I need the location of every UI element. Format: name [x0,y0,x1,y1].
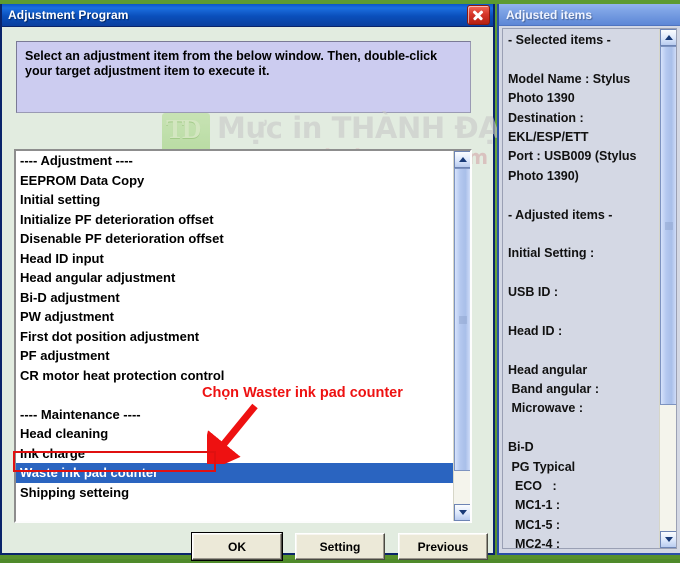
ok-button[interactable]: OK [192,533,282,560]
annotation-highlight-box [13,451,216,472]
panel-title-text: Adjusted items [506,8,592,22]
panel-line: Bi-D [508,438,658,457]
panel-scroll-up-button[interactable] [660,29,677,46]
list-item[interactable]: Shipping setteing [16,483,453,503]
list-item[interactable]: ---- Adjustment ---- [16,151,453,171]
panel-line: MC1-5 : [508,516,658,535]
scrollbar-grip [665,222,673,229]
panel-line: Band angular : [508,380,658,399]
list-item[interactable]: Bi-D adjustment [16,288,453,308]
panel-line: PG Typical [508,458,658,477]
scroll-up-button[interactable] [454,151,471,168]
panel-scrollbar[interactable] [659,29,676,548]
list-item[interactable]: PF adjustment [16,346,453,366]
panel-line [508,50,658,69]
chevron-down-icon [665,537,673,542]
previous-button[interactable]: Previous [398,533,488,560]
panel-line [508,302,658,321]
panel-scroll-down-button[interactable] [660,531,677,548]
list-item[interactable]: Initial setting [16,190,453,210]
scroll-down-button[interactable] [454,504,471,521]
panel-line: - Selected items - [508,31,658,50]
instruction-line-1: Select an adjustment item from the below… [25,49,462,64]
chevron-up-icon [459,157,467,162]
chevron-up-icon [665,35,673,40]
watermark-brand-text: Mực in THÀNH ĐẠT [217,111,520,145]
panel-body[interactable]: - Selected items - Model Name : StylusPh… [502,28,677,549]
panel-line: Initial Setting : [508,244,658,263]
panel-line [508,264,658,283]
list-item[interactable]: PW adjustment [16,307,453,327]
setting-button[interactable]: Setting [295,533,385,560]
close-icon[interactable] [467,5,490,25]
panel-line: EKL/ESP/ETT [508,128,658,147]
panel-line [508,341,658,360]
panel-line: Port : USB009 (Stylus [508,147,658,166]
panel-line: ECO : [508,477,658,496]
list-item[interactable]: Head angular adjustment [16,268,453,288]
panel-line: Destination : [508,109,658,128]
scrollbar-thumb[interactable] [454,168,471,471]
adjustment-program-dialog: Adjustment Program Select an adjustment … [0,4,495,555]
list-item[interactable]: Disenable PF deterioration offset [16,229,453,249]
panel-line: Photo 1390) [508,167,658,186]
annotation-arrow-icon [207,402,297,464]
list-item[interactable]: First dot position adjustment [16,327,453,347]
panel-line: - Adjusted items - [508,206,658,225]
panel-line: USB ID : [508,283,658,302]
dialog-title: Adjustment Program [8,8,467,22]
adjusted-items-panel: Adjusted items - Selected items - Model … [497,4,680,555]
list-item[interactable]: Initialize PF deterioration offset [16,210,453,230]
panel-scrollbar-thumb[interactable] [660,46,677,405]
listbox-scrollbar[interactable] [453,151,470,521]
annotation-text: Chọn Waster ink pad counter [202,385,403,401]
panel-line [508,186,658,205]
chevron-down-icon [459,510,467,515]
panel-line: Photo 1390 [508,89,658,108]
instruction-panel: Select an adjustment item from the below… [16,41,471,113]
panel-line: Head ID : [508,322,658,341]
panel-line: MC2-4 : [508,535,658,549]
panel-line: Microwave : [508,399,658,418]
panel-line [508,225,658,244]
adjusted-items-text: - Selected items - Model Name : StylusPh… [508,31,658,549]
dialog-titlebar[interactable]: Adjustment Program [2,4,493,27]
list-item[interactable]: EEPROM Data Copy [16,171,453,191]
panel-line: MC1-1 : [508,496,658,515]
list-item[interactable] [16,502,453,521]
panel-line [508,419,658,438]
panel-line: Model Name : Stylus [508,70,658,89]
watermark-logo-text: TD [166,114,200,145]
scrollbar-grip [459,316,467,323]
panel-titlebar[interactable]: Adjusted items [499,4,680,26]
list-item[interactable]: Head ID input [16,249,453,269]
panel-line: Head angular [508,361,658,380]
list-item[interactable]: CR motor heat protection control [16,366,453,386]
instruction-line-2: your target adjustment item to execute i… [25,64,462,79]
dialog-body: Select an adjustment item from the below… [2,27,493,554]
